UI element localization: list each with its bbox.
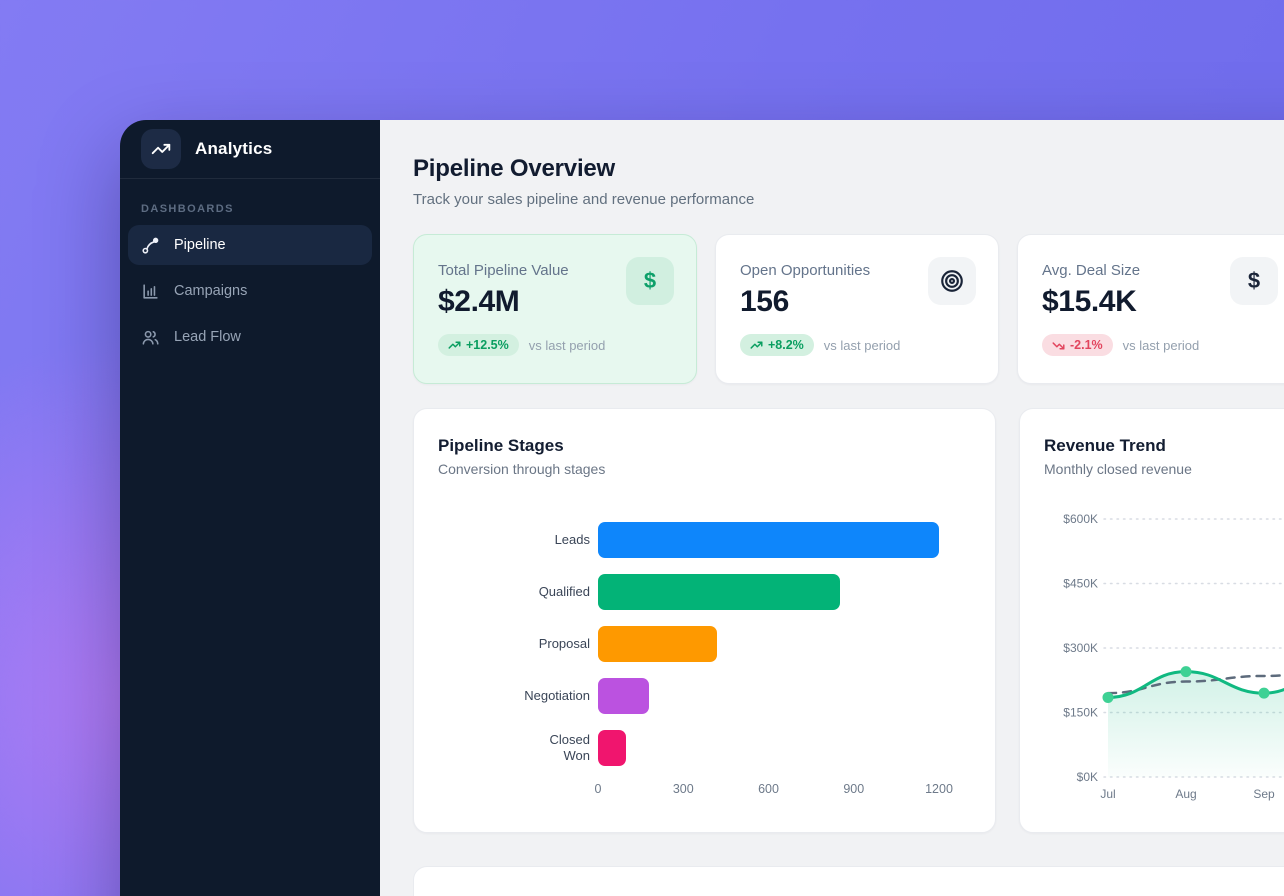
kpi-meta: -2.1% vs last period (1042, 334, 1276, 356)
kpi-card-open-opportunities: Open Opportunities 156 +8.2% vs last per… (715, 234, 999, 384)
bar-row: Qualified (414, 574, 995, 610)
svg-text:Jul: Jul (1100, 787, 1115, 801)
chart-subtitle: Monthly closed revenue (1044, 461, 1284, 477)
partial-card-bottom (413, 866, 1284, 896)
sidebar-item-label: Pipeline (174, 237, 226, 253)
bar (598, 574, 840, 610)
bar (598, 678, 649, 714)
chart-title: Revenue Trend (1044, 436, 1284, 456)
x-tick-label: 600 (758, 782, 779, 796)
bar-track (598, 574, 995, 610)
delta-badge: -2.1% (1042, 334, 1113, 356)
sidebar-item-campaigns[interactable]: Campaigns (128, 271, 372, 311)
users-icon (141, 328, 160, 347)
bar-row: Leads (414, 522, 995, 558)
bar-label: Proposal (414, 636, 590, 652)
svg-text:$450K: $450K (1063, 577, 1098, 591)
brand-name: Analytics (195, 139, 272, 159)
trending-up-icon (448, 339, 461, 352)
spline-route-icon (141, 236, 160, 255)
kpi-compare: vs last period (529, 338, 606, 353)
sidebar-item-pipeline[interactable]: Pipeline (128, 225, 372, 265)
delta-badge: +12.5% (438, 334, 519, 356)
bar-label: Qualified (414, 584, 590, 600)
chart-subtitle: Conversion through stages (438, 461, 971, 477)
svg-text:Aug: Aug (1175, 787, 1196, 801)
bar-track (598, 626, 995, 662)
kpi-card-avg-deal-size: Avg. Deal Size $15.4K -2.1% vs last peri… (1017, 234, 1284, 384)
target-icon (928, 257, 976, 305)
chart-head: Pipeline Stages Conversion through stage… (414, 436, 995, 477)
bar (598, 730, 626, 766)
bar-label: Leads (414, 532, 590, 548)
sidebar-item-label: Campaigns (174, 283, 247, 299)
delta-value: +8.2% (768, 338, 804, 352)
chart-title: Pipeline Stages (438, 436, 971, 456)
bar-track (598, 730, 995, 766)
sidebar-nav: Pipeline Campaigns (120, 225, 380, 357)
brand: Analytics (120, 120, 380, 179)
sidebar-item-lead-flow[interactable]: Lead Flow (128, 317, 372, 357)
bar-track (598, 678, 995, 714)
desktop-background: { "brand": { "name": "Analytics" }, "the… (0, 0, 1284, 896)
stages-x-axis: 0 300 600 900 1200 (414, 782, 995, 800)
svg-text:$150K: $150K (1063, 706, 1098, 720)
sidebar-item-label: Lead Flow (174, 329, 241, 345)
x-tick-label: 1200 (925, 782, 953, 796)
bar-label: Negotiation (414, 688, 590, 704)
x-tick-label: 0 (595, 782, 602, 796)
kpi-meta: +12.5% vs last period (438, 334, 672, 356)
trending-down-icon (1052, 339, 1065, 352)
bar-row: Negotiation (414, 678, 995, 714)
delta-badge: +8.2% (740, 334, 814, 356)
bar-chart-icon (141, 282, 160, 301)
trending-up-icon (151, 139, 171, 159)
bar (598, 522, 939, 558)
svg-text:Sep: Sep (1253, 787, 1275, 801)
kpi-compare: vs last period (824, 338, 901, 353)
stages-bars: Leads Qualified Proposal Negotiation (414, 522, 995, 766)
sidebar: Analytics DASHBOARDS Pipeline (120, 120, 380, 896)
svg-text:$0K: $0K (1077, 770, 1098, 784)
trending-up-icon (750, 339, 763, 352)
bar-track (598, 522, 995, 558)
kpi-meta: +8.2% vs last period (740, 334, 974, 356)
bar (598, 626, 717, 662)
dollar-icon: $ (1230, 257, 1278, 305)
dollar-glyph: $ (644, 268, 656, 294)
bar-row: Closed Won (414, 730, 995, 766)
dollar-glyph: $ (1248, 268, 1260, 294)
main-content: Pipeline Overview Track your sales pipel… (380, 120, 1284, 896)
svg-text:$300K: $300K (1063, 641, 1098, 655)
charts-row: Pipeline Stages Conversion through stage… (413, 408, 1284, 833)
sidebar-section-label: DASHBOARDS (141, 203, 380, 215)
analytics-logo (141, 129, 181, 169)
x-tick-label: 300 (673, 782, 694, 796)
delta-value: +12.5% (466, 338, 509, 352)
pipeline-stages-card: Pipeline Stages Conversion through stage… (413, 408, 996, 833)
kpi-card-total-pipeline-value: Total Pipeline Value $2.4M +12.5% vs las… (413, 234, 697, 384)
page-title: Pipeline Overview (413, 155, 1284, 183)
bar-label: Closed Won (414, 732, 590, 765)
page-subtitle: Track your sales pipeline and revenue pe… (413, 191, 1284, 208)
bar-row: Proposal (414, 626, 995, 662)
svg-text:$600K: $600K (1063, 512, 1098, 526)
app-window: Analytics DASHBOARDS Pipeline (120, 120, 1284, 896)
kpi-compare: vs last period (1123, 338, 1200, 353)
dollar-icon: $ (626, 257, 674, 305)
chart-head: Revenue Trend Monthly closed revenue (1020, 436, 1284, 477)
revenue-trend-card: Revenue Trend Monthly closed revenue $60… (1019, 408, 1284, 833)
kpi-row: Total Pipeline Value $2.4M +12.5% vs las… (413, 234, 1284, 384)
x-tick-label: 900 (843, 782, 864, 796)
delta-value: -2.1% (1070, 338, 1103, 352)
